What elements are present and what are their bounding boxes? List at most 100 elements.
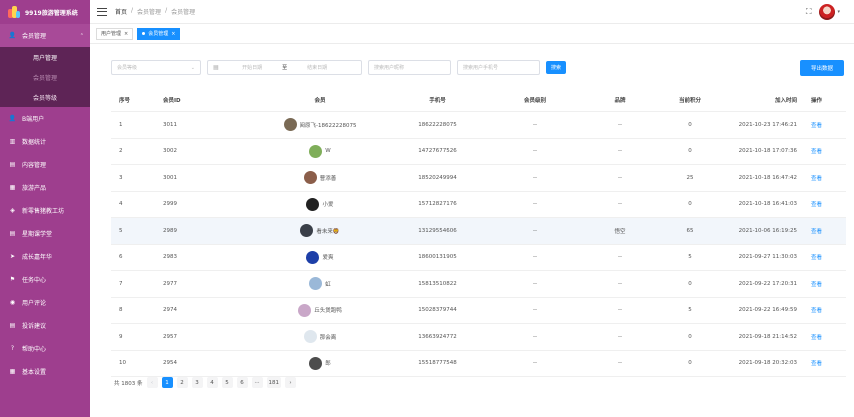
next-page-button[interactable]: ›	[285, 377, 296, 388]
view-button[interactable]: 查看	[801, 147, 846, 155]
column-header: 加入时间	[774, 97, 797, 104]
page-button-4[interactable]: 4	[206, 377, 218, 388]
sidebar-item-comments[interactable]: ◉ 用户评论	[0, 291, 90, 314]
nickname-search-input[interactable]: 搜索用户昵称	[368, 60, 451, 75]
last-page-button[interactable]: 181	[266, 377, 281, 388]
sidebar-item-label: 用户评论	[22, 300, 47, 307]
view-button[interactable]: 查看	[801, 227, 846, 235]
member-level-select[interactable]: 会员等级 ⌄	[111, 60, 201, 75]
more-pages-button[interactable]: ···	[251, 377, 263, 388]
table-body: 1 3011 阅原飞-18622228075 18622228075 -- -- 0 2021…	[111, 112, 846, 377]
member-id: 2974	[163, 307, 177, 314]
member-id: 3001	[163, 174, 177, 181]
breadcrumb-home[interactable]: 首页	[115, 7, 127, 16]
sidebar-subitem-member-management[interactable]: 会员管理	[0, 67, 90, 87]
sidebar-item-statistics[interactable]: ▥ 数据统计	[0, 130, 90, 153]
view-button[interactable]: 查看	[801, 121, 846, 129]
page-button-2[interactable]: 2	[176, 377, 188, 388]
top-header: 首页 / 会员管理 / 会员管理 ⛶ ▾	[90, 0, 854, 24]
breadcrumb-member[interactable]: 会员管理	[137, 7, 161, 16]
member-level: --	[533, 280, 537, 287]
page-button-1[interactable]: 1	[161, 377, 173, 388]
sidebar-item-workshop[interactable]: ◈ 新零售猪教工坊	[0, 199, 90, 222]
sidebar-item-b-users[interactable]: 👤 B端用户	[0, 107, 90, 130]
page-button-5[interactable]: 5	[221, 377, 233, 388]
member-id: 2983	[163, 254, 177, 261]
end-date-input[interactable]: 结束日期	[290, 64, 345, 71]
member-phone: 15813510822	[418, 280, 457, 287]
view-button[interactable]: 查看	[801, 200, 846, 208]
view-button[interactable]: 查看	[801, 280, 846, 288]
tag-member-management[interactable]: 会员管理 ×	[137, 27, 181, 40]
member-avatar	[303, 330, 317, 344]
sidebar-item-settings[interactable]: ▦ 基本设置	[0, 360, 90, 383]
sidebar-item-tasks[interactable]: ⚑ 任务中心	[0, 268, 90, 291]
member-id: 2977	[163, 280, 177, 287]
view-button[interactable]: 查看	[801, 174, 846, 182]
member-level: --	[533, 333, 537, 340]
caret-down-icon[interactable]: ▾	[837, 9, 840, 15]
column-header: 手机号	[429, 97, 446, 104]
sidebar-subitem-user-management[interactable]: 用户管理	[0, 47, 90, 67]
sidebar-item-label: 旅游产品	[22, 185, 47, 192]
page-button-3[interactable]: 3	[191, 377, 203, 388]
view-button[interactable]: 查看	[801, 359, 846, 367]
chevron-up-icon: ⌃	[79, 32, 84, 39]
chart-icon: ▥	[9, 138, 16, 145]
member-brand: --	[618, 148, 622, 155]
sidebar-subitem-member-level[interactable]: 会员等级	[0, 87, 90, 107]
menu-toggle-icon[interactable]	[97, 7, 107, 16]
member-cell: 爱爽	[241, 250, 391, 264]
phone-search-input[interactable]: 搜索用户手机号	[457, 60, 540, 75]
search-button[interactable]: 搜索	[546, 61, 567, 74]
sidebar-item-help[interactable]: ? 帮助中心	[0, 337, 90, 360]
send-icon: ➤	[9, 253, 16, 260]
tag-user-management[interactable]: 用户管理 ×	[96, 27, 134, 40]
member-level: --	[533, 360, 537, 367]
close-icon[interactable]: ×	[124, 31, 128, 37]
row-number: 2	[119, 148, 123, 155]
member-level: --	[533, 121, 537, 128]
member-brand: --	[618, 121, 622, 128]
join-date-range[interactable]: ▦ 开始日期 至 结束日期	[207, 60, 362, 75]
sidebar-item-carnival[interactable]: ➤ 成长嘉年华	[0, 245, 90, 268]
prev-page-button[interactable]: ‹	[146, 377, 158, 388]
member-name: 看未来🦁	[316, 228, 340, 235]
logo-icon	[8, 6, 20, 18]
sidebar-item-products[interactable]: ▦ 旅游产品	[0, 176, 90, 199]
tag-label: 用户管理	[101, 31, 122, 37]
start-date-input[interactable]: 开始日期	[225, 64, 280, 71]
member-points: 0	[688, 360, 692, 367]
sidebar-item-content[interactable]: ▤ 内容管理	[0, 153, 90, 176]
breadcrumb-separator: /	[131, 7, 134, 14]
member-brand: --	[618, 333, 622, 340]
sidebar-item-member-management[interactable]: 👤 会员管理 ⌃	[0, 24, 90, 47]
avatar[interactable]	[819, 3, 836, 20]
page-button-6[interactable]: 6	[236, 377, 248, 388]
close-icon[interactable]: ×	[171, 31, 175, 37]
range-separator: 至	[282, 65, 288, 71]
breadcrumb-current: 会员管理	[171, 9, 196, 16]
member-name: 郎	[325, 361, 331, 368]
sidebar-item-feedback[interactable]: ▤ 投诉建议	[0, 314, 90, 337]
export-button[interactable]: 导出数据	[800, 60, 844, 76]
member-phone: 15712827176	[418, 201, 457, 208]
table-row: 4 2999 小爱 15712827176 -- -- 0 2021-10-18 16:41:…	[111, 192, 846, 218]
table-row: 7 2977 虹 15813510822 -- -- 0 2021-09-22 17:20:3…	[111, 271, 846, 298]
member-id: 2957	[163, 333, 177, 340]
member-name: 丘头煲跑鸭	[314, 308, 342, 315]
sidebar-item-classroom[interactable]: ▤ 星期课学堂	[0, 222, 90, 245]
sidebar-item-label: 帮助中心	[22, 346, 47, 353]
member-id: 2954	[163, 360, 177, 367]
member-name: 虹	[325, 281, 331, 288]
user-icon: 👤	[8, 32, 17, 39]
fullscreen-icon[interactable]: ⛶	[806, 7, 812, 17]
sidebar-item-label: 星期课学堂	[22, 231, 53, 238]
row-number: 1	[119, 121, 123, 128]
member-name: 阅原飞-18622228075	[299, 122, 357, 129]
view-button[interactable]: 查看	[801, 253, 846, 261]
member-points: 0	[688, 201, 692, 208]
view-button[interactable]: 查看	[801, 333, 846, 341]
sidebar: 9919旅游管理系统 👤 会员管理 ⌃ 用户管理 会员管理 会员等级 👤 B端用…	[0, 0, 90, 417]
view-button[interactable]: 查看	[801, 306, 846, 314]
